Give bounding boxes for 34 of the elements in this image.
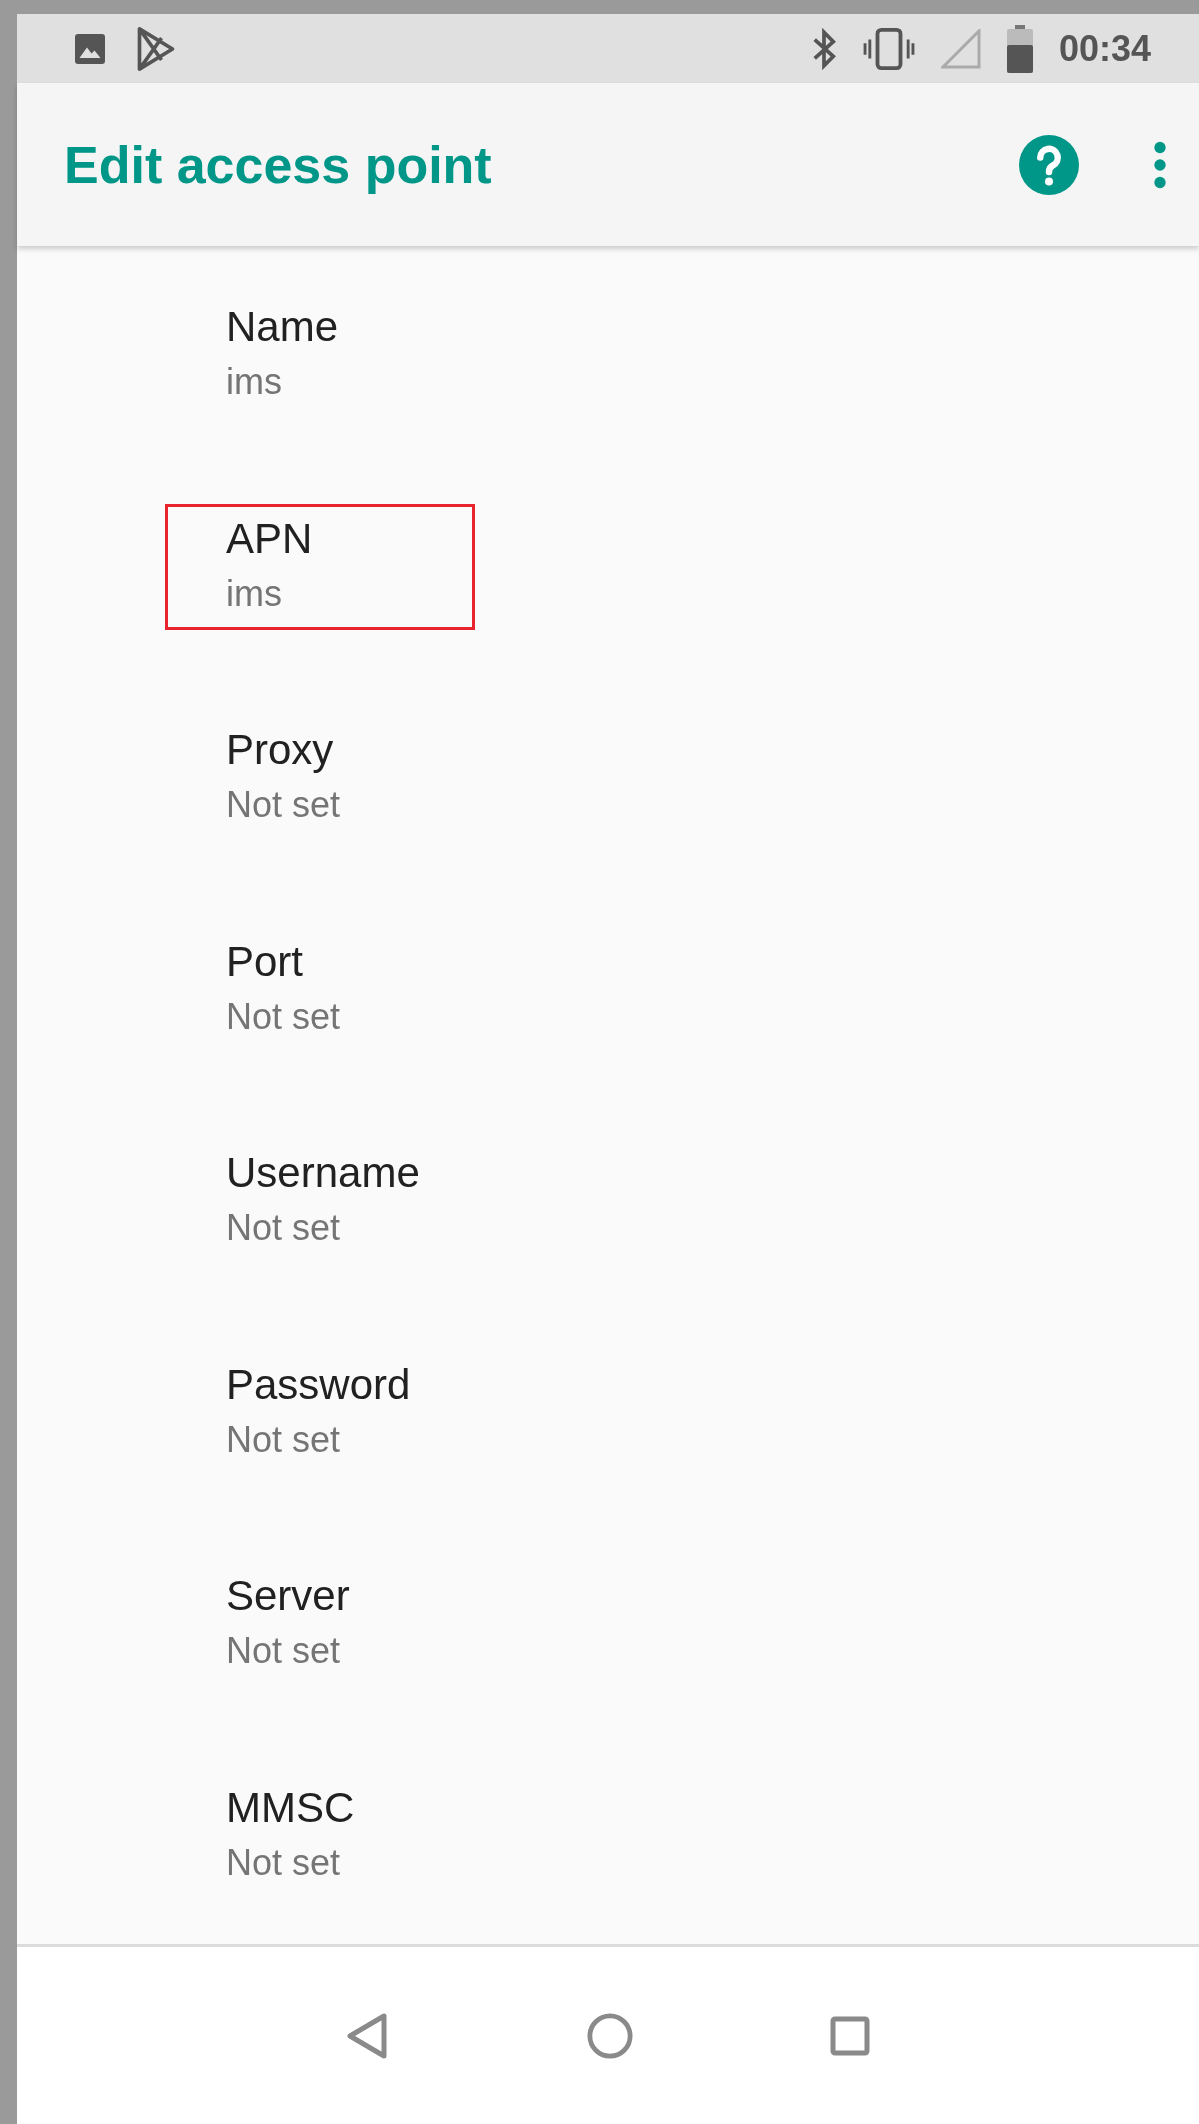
setting-value: Not set — [226, 784, 341, 826]
setting-label: Proxy — [226, 726, 335, 774]
setting-item[interactable]: Server Not set — [226, 1517, 350, 1672]
signal-icon — [940, 28, 981, 69]
screen-title: Edit access point — [64, 134, 493, 195]
back-icon[interactable] — [345, 2011, 390, 2060]
setting-value: Not set — [226, 995, 341, 1038]
setting-item[interactable]: Port Not set — [226, 882, 341, 1038]
vibrate-icon — [862, 25, 915, 72]
more-options-icon[interactable] — [1153, 140, 1167, 189]
battery-icon — [1006, 24, 1033, 73]
setting-value: ims — [226, 572, 283, 615]
setting-value: Not set — [226, 1841, 342, 1884]
setting-item[interactable]: Name ims — [226, 248, 339, 403]
setting-label: Port — [226, 937, 305, 986]
setting-label: Name — [226, 303, 339, 351]
setting-item[interactable]: Password Not set — [226, 1305, 411, 1461]
highlight-frame[interactable]: APN ims — [168, 506, 473, 627]
setting-label: APN — [226, 514, 313, 563]
setting-value: Not set — [226, 1630, 342, 1672]
setting-item[interactable]: Proxy Not set — [226, 671, 341, 826]
help-icon[interactable] — [1019, 134, 1079, 195]
home-icon[interactable] — [587, 2012, 633, 2059]
setting-label: Server — [226, 1572, 350, 1620]
clock-time: 00:34 — [1058, 27, 1151, 70]
recents-icon[interactable] — [830, 2015, 871, 2056]
setting-label: Password — [226, 1360, 411, 1409]
setting-item[interactable]: MMSC Not set — [226, 1728, 355, 1884]
setting-value: ims — [226, 361, 283, 403]
setting-label: MMSC — [226, 1783, 355, 1832]
setting-value: Not set — [226, 1418, 342, 1461]
setting-item[interactable]: Username Not set — [226, 1094, 420, 1249]
setting-label: Username — [226, 1149, 420, 1197]
setting-value: Not set — [226, 1207, 342, 1249]
